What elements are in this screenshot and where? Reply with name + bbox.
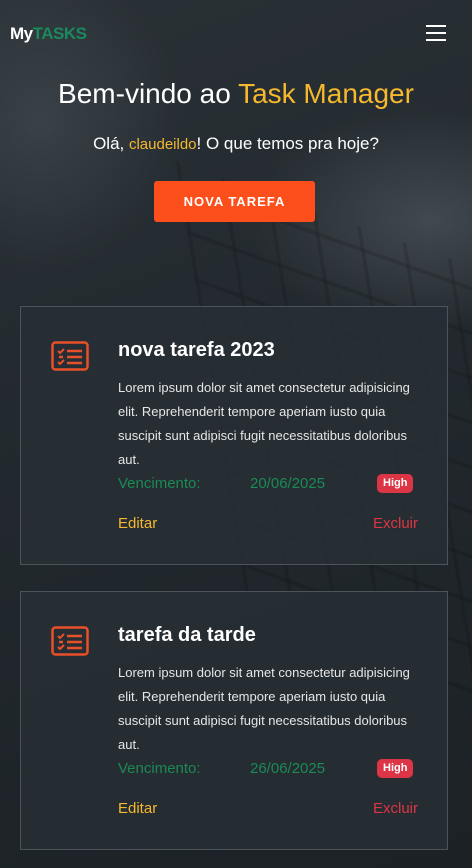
task-list-icon: [51, 626, 89, 656]
edit-link[interactable]: Editar: [118, 800, 157, 817]
navbar: MyTASKS: [0, 0, 472, 66]
task-list-icon: [51, 341, 89, 371]
delete-link[interactable]: Excluir: [373, 800, 418, 817]
greeting-suffix: ! O que temos pra hoje?: [196, 134, 379, 153]
username: claudeildo: [128, 136, 197, 153]
priority-badge: High: [377, 474, 414, 493]
task-description: Lorem ipsum dolor sit amet consectetur a…: [118, 380, 410, 467]
hamburger-icon[interactable]: [426, 25, 446, 41]
greeting: Olá, claudeildo! O que temos pra hoje?: [0, 134, 472, 154]
title-accent: Task Manager: [238, 78, 414, 109]
page-title: Bem-vindo ao Task Manager: [0, 78, 472, 110]
edit-link[interactable]: Editar: [118, 515, 157, 532]
greeting-prefix: Olá,: [93, 134, 129, 153]
brand-logo[interactable]: MyTASKS: [10, 24, 87, 44]
brand-part-my: My: [10, 24, 33, 43]
brand-part-tasks: TASKS: [32, 24, 87, 43]
due-date: 20/06/2025: [250, 475, 326, 492]
delete-link[interactable]: Excluir: [373, 515, 418, 532]
title-prefix: Bem-vindo ao: [58, 78, 239, 109]
task-title: tarefa da tarde: [118, 624, 256, 646]
task-card: nova tarefa 2023 Lorem ipsum dolor sit a…: [20, 306, 448, 565]
task-description: Lorem ipsum dolor sit amet consectetur a…: [118, 665, 410, 752]
due-label: Vencimento:: [118, 760, 201, 777]
new-task-button[interactable]: NOVA TAREFA: [154, 181, 315, 222]
due-date: 26/06/2025: [250, 760, 326, 777]
due-label: Vencimento:: [118, 475, 201, 492]
task-card: tarefa da tarde Lorem ipsum dolor sit am…: [20, 591, 448, 850]
priority-badge: High: [377, 759, 414, 778]
task-title: nova tarefa 2023: [118, 339, 275, 361]
